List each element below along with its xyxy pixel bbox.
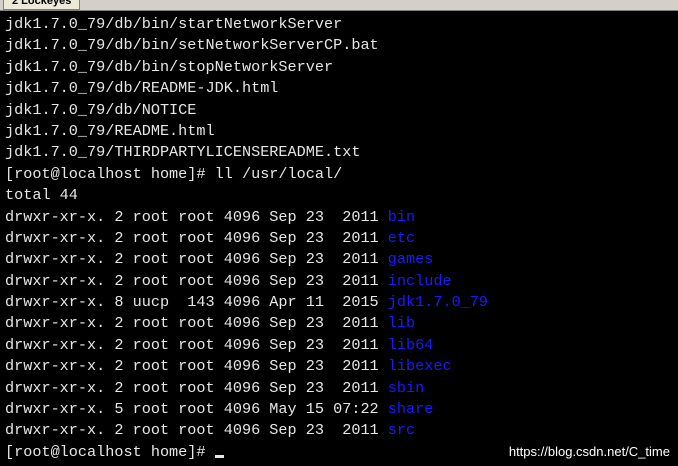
listing-meta: drwxr-xr-x. 2 root root 4096 Sep 23 2011 [5,357,388,376]
directory-name: jdk1.7.0_79 [387,293,489,312]
directory-name: bin [387,207,416,226]
listing-row: drwxr-xr-x. 5 root root 4096 May 15 07:2… [5,399,488,420]
directory-name: include [387,271,452,290]
output-line: jdk1.7.0_79/db/bin/stopNetworkServer [5,57,334,76]
directory-name: lib64 [387,335,434,354]
total-line: total 44 [5,186,78,205]
directory-name: lib [387,314,416,333]
session-tab[interactable]: 2 Lockeyes [3,0,81,10]
output-line: jdk1.7.0_79/db/NOTICE [5,100,197,119]
listing-meta: drwxr-xr-x. 5 root root 4096 May 15 07:2… [5,400,388,419]
listing-meta: drwxr-xr-x. 2 root root 4096 Sep 23 2011 [5,378,388,397]
listing-meta: drwxr-xr-x. 2 root root 4096 Sep 23 2011 [5,421,388,440]
directory-name: games [387,250,434,269]
directory-name: share [387,400,434,419]
listing-row: drwxr-xr-x. 2 root root 4096 Sep 23 2011… [5,335,488,356]
terminal-screen[interactable]: jdk1.7.0_79/db/bin/startNetworkServer jd… [0,11,678,466]
listing-meta: drwxr-xr-x. 8 uucp 143 4096 Apr 11 2015 [5,293,388,312]
listing-row: drwxr-xr-x. 2 root root 4096 Sep 23 2011… [5,228,488,249]
listing-meta: drwxr-xr-x. 2 root root 4096 Sep 23 2011 [5,335,388,354]
listing-meta: drwxr-xr-x. 2 root root 4096 Sep 23 2011 [5,314,388,333]
directory-name: etc [387,228,416,247]
listing-row: drwxr-xr-x. 8 uucp 143 4096 Apr 11 2015 … [5,292,488,313]
listing-meta: drwxr-xr-x. 2 root root 4096 Sep 23 2011 [5,228,388,247]
cursor-icon [214,454,224,458]
listing-row: drwxr-xr-x. 2 root root 4096 Sep 23 2011… [5,420,488,441]
output-line: jdk1.7.0_79/README.html [5,121,215,140]
directory-name: src [387,421,416,440]
directory-name: sbin [387,378,425,397]
output-line: jdk1.7.0_79/THIRDPARTYLICENSEREADME.txt [5,143,361,162]
session-tab-strip: 2 Lockeyes [0,0,678,11]
listing-meta: drwxr-xr-x. 2 root root 4096 Sep 23 2011 [5,207,388,226]
output-line: jdk1.7.0_79/db/bin/setNetworkServerCP.ba… [5,36,379,55]
listing-row: drwxr-xr-x. 2 root root 4096 Sep 23 2011… [5,313,488,334]
watermark: https://blog.csdn.net/C_time [508,444,670,459]
prompt-line[interactable]: [root@localhost home]# [5,442,488,463]
listing-row: drwxr-xr-x. 2 root root 4096 Sep 23 2011… [5,249,488,270]
directory-name: libexec [387,357,452,376]
listing-row: drwxr-xr-x. 2 root root 4096 Sep 23 2011… [5,378,488,399]
listing-meta: drwxr-xr-x. 2 root root 4096 Sep 23 2011 [5,271,388,290]
listing-row: drwxr-xr-x. 2 root root 4096 Sep 23 2011… [5,207,488,228]
output-line: jdk1.7.0_79/db/bin/startNetworkServer [5,15,343,33]
command-line: [root@localhost home]# ll /usr/local/ [5,164,343,183]
listing-row: drwxr-xr-x. 2 root root 4096 Sep 23 2011… [5,271,488,292]
output-line: jdk1.7.0_79/db/README-JDK.html [5,79,279,98]
shell-prompt: [root@localhost home]# [5,442,215,461]
listing-row: drwxr-xr-x. 2 root root 4096 Sep 23 2011… [5,356,488,377]
listing-meta: drwxr-xr-x. 2 root root 4096 Sep 23 2011 [5,250,388,269]
terminal-output: jdk1.7.0_79/db/bin/startNetworkServer jd… [5,14,488,463]
